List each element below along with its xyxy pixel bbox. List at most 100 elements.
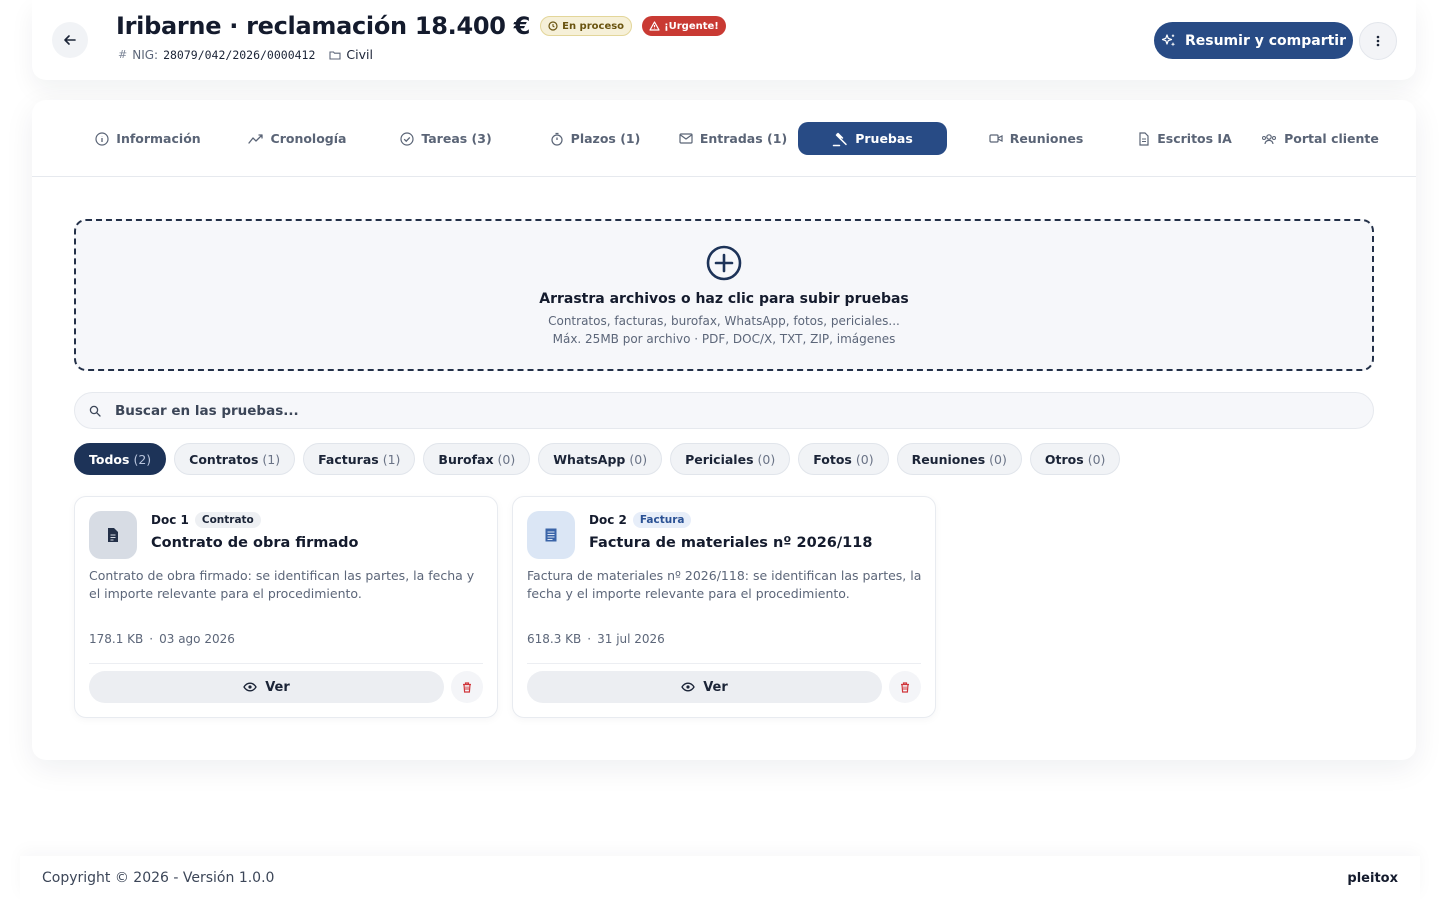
view-button[interactable]: Ver [527, 671, 882, 703]
upload-subtitle: Contratos, facturas, burofax, WhatsApp, … [548, 314, 900, 328]
chip-count: (1) [262, 451, 281, 467]
chip-label: Otros [1044, 451, 1084, 467]
filter-chip-contratos[interactable]: Contratos (1) [174, 443, 296, 475]
eye-icon [681, 682, 695, 692]
delete-button[interactable] [889, 671, 921, 703]
doc-date: 31 jul 2026 [597, 632, 665, 646]
chip-label: Contratos [189, 451, 259, 467]
divider [527, 663, 921, 664]
evidence-card: Doc 1 Contrato Contrato de obra firmado … [74, 496, 498, 718]
filter-chip-fotos[interactable]: Fotos (0) [798, 443, 889, 475]
meta-separator: · [149, 632, 154, 646]
tab-label: Reuniones [1009, 131, 1084, 146]
document-icon [1139, 131, 1149, 146]
doc-number: Doc 1 [151, 513, 189, 527]
trend-icon [247, 133, 263, 144]
upload-dropzone[interactable]: Arrastra archivos o haz clic para subir … [74, 219, 1374, 371]
receipt-icon [545, 528, 557, 542]
evidence-card: Doc 2 Factura Factura de materiales nº 2… [512, 496, 936, 718]
doc-type-badge: Factura [632, 512, 692, 528]
chip-label: WhatsApp [553, 451, 626, 467]
tab-informacion[interactable]: Información [68, 122, 228, 155]
doc-thumbnail [89, 511, 137, 559]
doc-size: 618.3 KB [527, 632, 582, 646]
case-header: Iribarne · reclamación 18.400 € En proce… [32, 0, 1416, 80]
search-input[interactable] [115, 402, 1315, 419]
chip-count: (2) [133, 451, 152, 467]
trash-icon [901, 681, 909, 693]
video-icon [989, 134, 1003, 143]
delete-button[interactable] [451, 671, 483, 703]
filter-chip-burofax[interactable]: Burofax (0) [423, 443, 531, 475]
chip-count: (0) [757, 451, 776, 467]
tab-label: Portal cliente [1284, 131, 1379, 146]
chip-count: (0) [1087, 451, 1106, 467]
warning-icon [649, 21, 660, 31]
arrow-left-icon [64, 35, 76, 45]
doc-thumbnail [527, 511, 575, 559]
filter-chip-periciales[interactable]: Periciales (0) [670, 443, 791, 475]
doc-size: 178.1 KB [89, 632, 144, 646]
filter-chip-facturas[interactable]: Facturas (1) [303, 443, 416, 475]
filter-chip-whatsapp[interactable]: WhatsApp (0) [538, 443, 663, 475]
status-badge: En proceso [540, 16, 633, 36]
chip-count: (1) [382, 451, 401, 467]
view-button-label: Ver [703, 679, 728, 695]
chip-count: (0) [989, 451, 1007, 467]
tab-pruebas[interactable]: Pruebas [798, 122, 947, 155]
tab-plazos[interactable]: Plazos (1) [515, 122, 675, 155]
view-button-label: Ver [265, 679, 290, 695]
filter-chip-otros[interactable]: Otros (0) [1029, 443, 1121, 475]
back-button[interactable] [52, 22, 88, 58]
tab-label: Escritos IA [1157, 131, 1232, 146]
chip-label: Reuniones [911, 451, 986, 467]
view-button[interactable]: Ver [89, 671, 444, 703]
tab-label: Tareas (3) [421, 131, 492, 146]
more-options-button[interactable] [1359, 22, 1397, 60]
chip-count: (0) [497, 451, 516, 467]
info-icon [95, 131, 109, 146]
filter-chip-todos[interactable]: Todos (2) [74, 443, 167, 475]
search-icon [89, 405, 101, 417]
tab-cronologia[interactable]: Cronología [217, 122, 377, 155]
tab-label: Cronología [270, 131, 347, 146]
chip-count: (0) [855, 451, 874, 467]
doc-meta: 178.1 KB · 03 ago 2026 [89, 632, 235, 646]
brand-logo[interactable]: pleitox [1347, 871, 1398, 886]
gavel-icon [832, 132, 847, 146]
chip-label: Periciales [685, 451, 754, 467]
meta-separator: · [587, 632, 592, 646]
filter-chip-reuniones[interactable]: Reuniones (0) [896, 443, 1022, 475]
chip-label: Fotos [813, 451, 852, 467]
doc-title: Factura de materiales nº 2026/118 [589, 535, 873, 551]
upload-title: Arrastra archivos o haz clic para subir … [539, 291, 909, 307]
hash-icon: # [118, 48, 128, 61]
tab-portal-cliente[interactable]: Portal cliente [1240, 122, 1400, 155]
tab-label: Entradas (1) [699, 131, 788, 146]
jurisdiction-label: Civil [346, 47, 373, 62]
kebab-icon [1376, 35, 1380, 47]
status-badge-label: En proceso [562, 20, 625, 32]
urgent-badge-label: ¡Urgente! [664, 20, 719, 32]
filter-chips: Todos (2) Contratos (1) Facturas (1) Burofa… [74, 443, 1121, 475]
tab-label: Plazos (1) [570, 131, 641, 146]
tab-entradas[interactable]: Entradas (1) [653, 122, 813, 155]
footer: Copyright © 2026 - Versión 1.0.0 pleitox [20, 856, 1420, 900]
summarize-share-button[interactable]: Resumir y compartir [1154, 22, 1353, 59]
folder-icon [329, 50, 341, 60]
stopwatch-icon [551, 132, 563, 146]
tab-tareas[interactable]: Tareas (3) [366, 122, 526, 155]
doc-description: Factura de materiales nº 2026/118: se id… [527, 568, 922, 601]
tab-reuniones[interactable]: Reuniones [956, 122, 1116, 155]
nig-value: 28079/042/2026/0000412 [163, 47, 316, 62]
file-text-icon [108, 528, 118, 542]
users-icon [1262, 133, 1277, 144]
nig-label: NIG: [132, 47, 159, 62]
tab-label: Información [116, 131, 201, 146]
clock-icon [548, 21, 558, 31]
chip-label: Todos [89, 451, 130, 467]
doc-date: 03 ago 2026 [159, 632, 235, 646]
doc-title: Contrato de obra firmado [151, 535, 359, 551]
plus-circle-icon [706, 245, 742, 281]
main-panel: Información Cronología Tareas (3) Plazos… [32, 100, 1416, 760]
